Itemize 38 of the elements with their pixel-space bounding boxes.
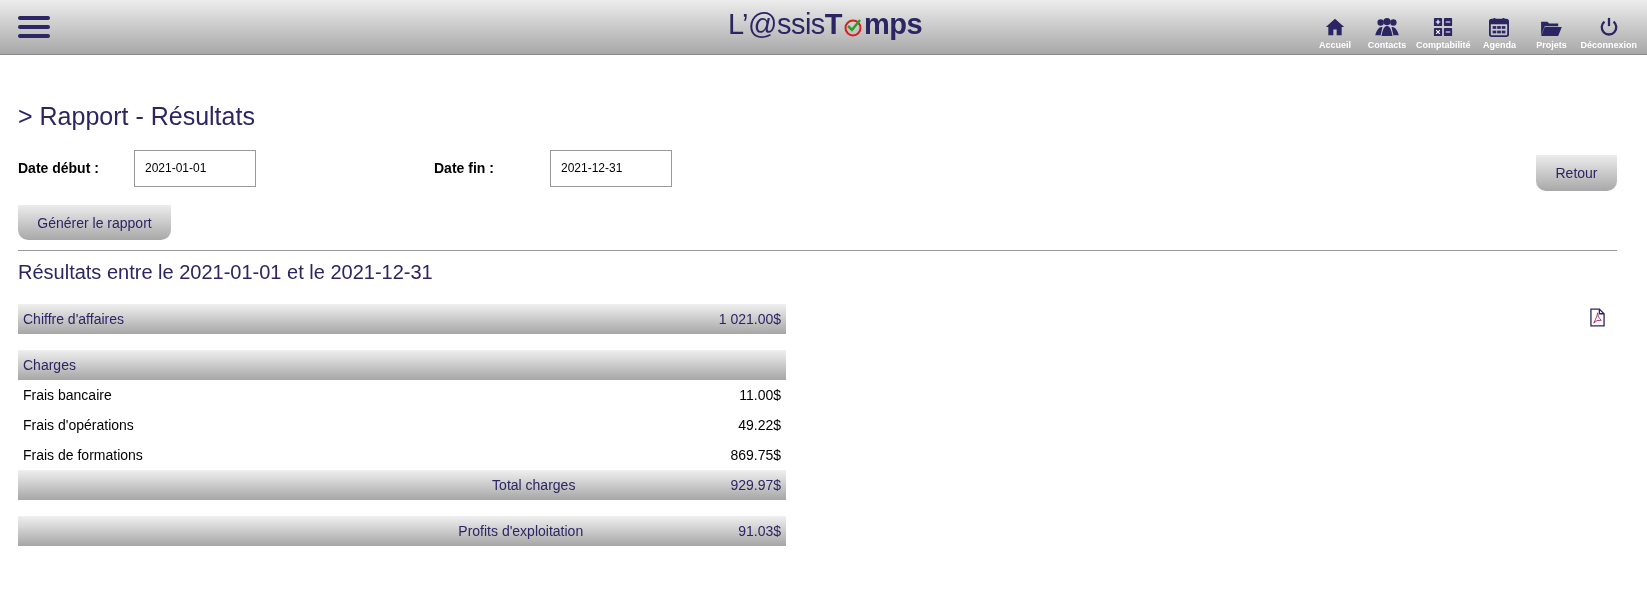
logo-text: T: [824, 8, 843, 41]
field-label: Date début :: [18, 160, 100, 176]
nav-link[interactable]: Projets: [1528, 19, 1575, 50]
row-amount: 91.03$: [738, 523, 781, 539]
section-title: Charges: [23, 357, 76, 373]
row-amount: 11.00$: [739, 387, 781, 403]
page-title: > Rapport - Résultats: [18, 102, 256, 131]
power-icon: [1598, 17, 1619, 37]
row-amount: 49.22$: [738, 417, 781, 433]
row-label: Frais bancaire: [23, 387, 112, 403]
row-label: Chiffre d'affaires: [23, 311, 124, 327]
date-field[interactable]: 2021-12-31: [550, 149, 672, 187]
logo-text: L’@ssis: [728, 8, 825, 41]
row-label: Total charges: [491, 477, 577, 493]
date-field[interactable]: 2021-01-01: [134, 149, 256, 187]
logo-text: mps: [864, 8, 923, 41]
row-label: Profits d'exploitation: [457, 523, 585, 539]
calendar-icon: [1489, 17, 1510, 37]
row-label: Frais de formations: [23, 447, 143, 463]
field-label: Date fin :: [434, 160, 495, 176]
row-amount: 1 021.00$: [718, 311, 781, 327]
nav-link[interactable]: Accueil: [1311, 17, 1358, 50]
nav-link[interactable]: Agenda: [1476, 17, 1523, 50]
calculator-icon: [1433, 17, 1454, 37]
pdf-icon[interactable]: [1590, 308, 1605, 327]
back-button[interactable]: Retour: [1536, 155, 1617, 191]
row-amount: 869.75$: [730, 447, 781, 463]
menu-icon[interactable]: [18, 15, 50, 39]
folder-icon: [1540, 19, 1563, 37]
results-heading: Résultats entre le 2021-01-01 et le 2021-12-31: [18, 261, 434, 284]
nav-link[interactable]: Contacts: [1363, 17, 1410, 50]
home-icon: [1323, 17, 1346, 37]
row-amount: 929.97$: [730, 477, 781, 493]
nav-link[interactable]: Comptabilité: [1415, 17, 1471, 50]
people-icon: [1374, 17, 1399, 37]
generate-button[interactable]: Générer le rapport: [18, 205, 171, 240]
nav-link[interactable]: Déconnexion: [1580, 17, 1637, 50]
row-label: Frais d'opérations: [23, 417, 134, 433]
